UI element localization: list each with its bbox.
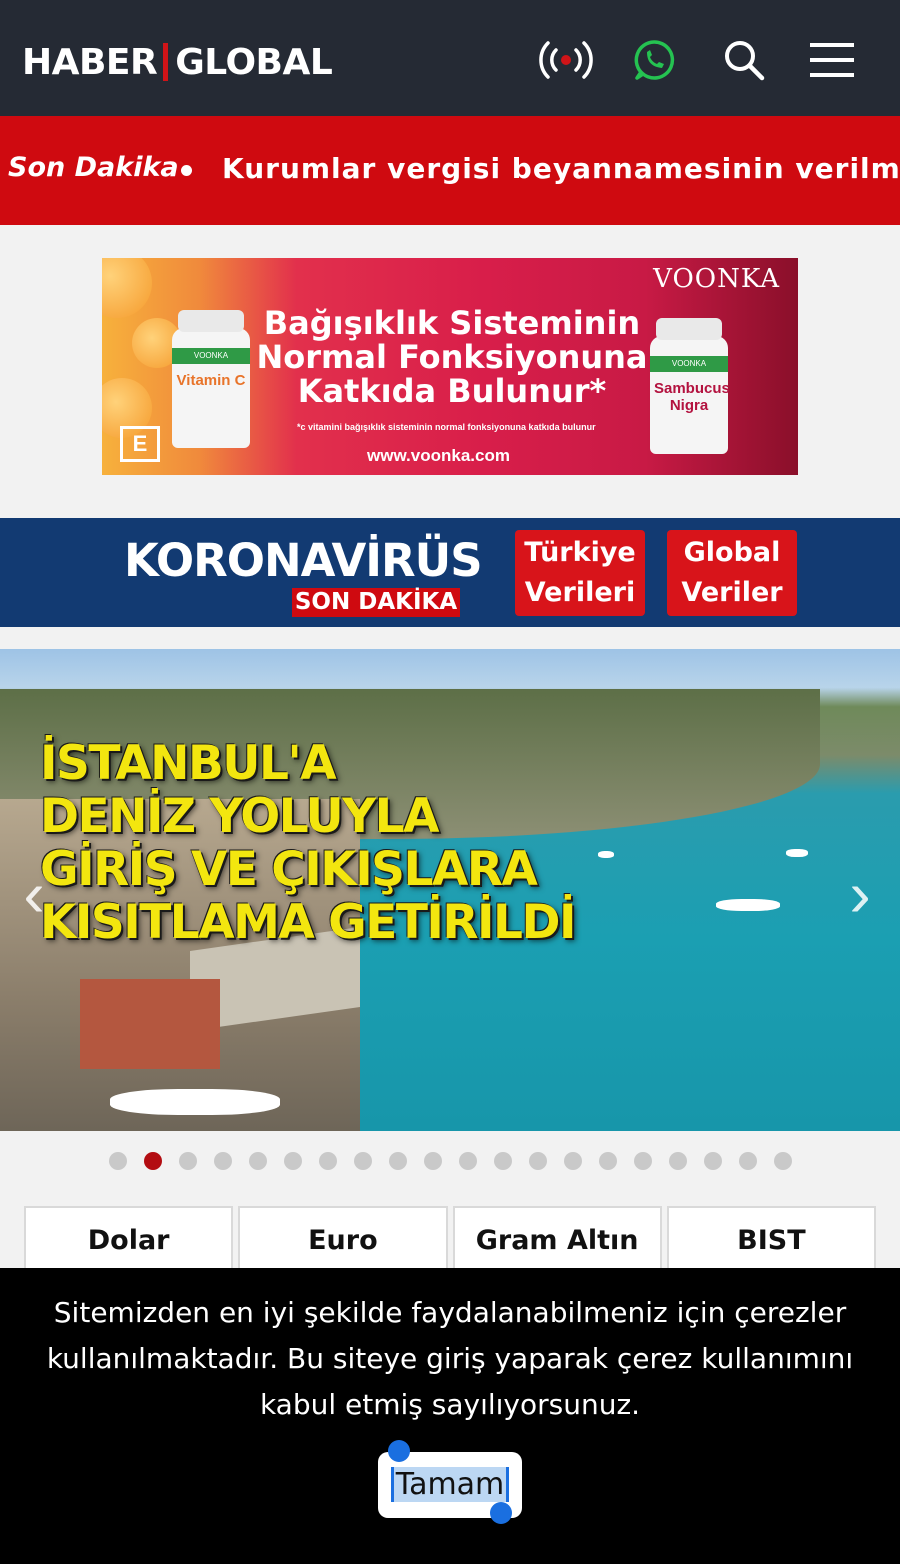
turkiye-data-button[interactable]: Türkiye Verileri [515, 530, 645, 616]
building-roof-image [80, 979, 220, 1069]
slider-dot[interactable] [598, 1152, 617, 1170]
slider-next-chevron-icon[interactable]: › [840, 859, 880, 929]
cookie-message: Sitemizden en iyi şekilde faydalanabilme… [46, 1296, 854, 1421]
slider-dot[interactable] [388, 1152, 407, 1170]
live-broadcast-icon[interactable] [536, 32, 596, 88]
headline-line: KISITLAMA GETİRİLDİ [40, 895, 577, 950]
sailboat-image [716, 899, 780, 911]
logo-divider [163, 43, 169, 81]
global-data-button[interactable]: Global Veriler [667, 530, 797, 616]
boat-image [786, 849, 808, 857]
headline-line: DENİZ YOLUYLA [40, 789, 440, 844]
slider-dot[interactable] [248, 1152, 267, 1170]
slider-dot[interactable] [423, 1152, 442, 1170]
hero-headline[interactable]: İSTANBUL'A DENİZ YOLUYLA GİRİŞ VE ÇIKIŞL… [40, 736, 577, 950]
breaking-news-headline[interactable]: Kurumlar vergisi beyannamesinin verilme … [222, 152, 900, 185]
slider-dot[interactable] [528, 1152, 547, 1170]
coronavirus-bar: KORONAVİRÜS SON DAKİKA Türkiye Verileri … [0, 518, 900, 627]
headline-line: İSTANBUL'A [40, 736, 337, 791]
site-header: HABER GLOBAL [0, 0, 900, 116]
slider-dot[interactable] [108, 1152, 127, 1170]
slider-prev-chevron-icon[interactable]: ‹ [14, 859, 54, 929]
search-icon[interactable] [714, 32, 774, 88]
cookie-consent-banner: Sitemizden en iyi şekilde faydalanabilme… [0, 1268, 900, 1564]
text-selection-start-handle[interactable] [388, 1440, 410, 1462]
whatsapp-icon[interactable] [624, 32, 684, 88]
hamburger-menu-icon[interactable] [802, 32, 862, 88]
tab-bist[interactable]: BIST [666, 1206, 876, 1268]
breaking-news-label: Son Dakika [8, 152, 179, 183]
slider-dot[interactable] [773, 1152, 792, 1170]
boat-image [110, 1089, 280, 1115]
breaking-news-ticker[interactable]: Son Dakika Kurumlar vergisi beyannamesin… [0, 116, 900, 225]
button-line: Türkiye [524, 537, 636, 568]
text-selection-end-handle[interactable] [490, 1502, 512, 1524]
e-brand-icon: E [120, 426, 160, 462]
hero-slider[interactable]: İSTANBUL'A DENİZ YOLUYLA GİRİŞ VE ÇIKIŞL… [0, 649, 900, 1131]
accept-button-label: Tamam [390, 1467, 510, 1502]
slider-dot[interactable] [458, 1152, 477, 1170]
tab-dolar[interactable]: Dolar [24, 1206, 234, 1268]
slider-dot[interactable] [493, 1152, 512, 1170]
logo-text-left: HABER [22, 41, 158, 83]
button-line: Veriler [681, 577, 783, 608]
bottle-product-name: Sambucus Nigra [654, 380, 730, 414]
logo-text-right: GLOBAL [175, 41, 333, 83]
slider-dot[interactable] [353, 1152, 372, 1170]
ad-container: VOONKA Vitamin C VOONKA Sambucus Nigra E… [0, 225, 900, 518]
tab-euro[interactable]: Euro [238, 1206, 448, 1268]
bottle-product-name: Vitamin C [176, 372, 246, 389]
slider-dot[interactable] [143, 1152, 162, 1170]
ticker-separator-dot [181, 165, 192, 176]
voonka-ad-banner[interactable]: VOONKA Vitamin C VOONKA Sambucus Nigra E… [102, 258, 798, 475]
tab-gram-altin[interactable]: Gram Altın [452, 1206, 662, 1268]
slider-dot[interactable] [283, 1152, 302, 1170]
button-line: Global [683, 537, 781, 568]
ad-url: www.voonka.com [367, 446, 510, 465]
vitamin-c-bottle-image: VOONKA Vitamin C [172, 310, 250, 448]
slider-dot[interactable] [668, 1152, 687, 1170]
button-line: Verileri [524, 577, 636, 608]
slider-pagination[interactable] [0, 1152, 900, 1172]
bottle-label-band: VOONKA [172, 348, 250, 364]
slider-dot[interactable] [178, 1152, 197, 1170]
ad-brand-logo: VOONKA [653, 264, 780, 294]
boat-image [598, 851, 614, 858]
slider-dot[interactable] [563, 1152, 582, 1170]
slider-dot[interactable] [318, 1152, 337, 1170]
slider-dot[interactable] [213, 1152, 232, 1170]
haber-global-logo[interactable]: HABER GLOBAL [22, 40, 333, 84]
headline-line: GİRİŞ VE ÇIKIŞLARA [40, 842, 538, 897]
coronavirus-title[interactable]: KORONAVİRÜS [124, 534, 483, 587]
market-tabs: Dolar Euro Gram Altın BIST [24, 1206, 876, 1268]
slider-dot[interactable] [703, 1152, 722, 1170]
coronavirus-subtitle: SON DAKİKA [292, 588, 460, 617]
ad-fine-print: *c vitamini bağışıklık sisteminin normal… [297, 422, 596, 432]
orange-slice-image [102, 258, 152, 318]
slider-dot[interactable] [738, 1152, 757, 1170]
ad-headline: Bağışıklık Sisteminin Normal Fonksiyonun… [256, 304, 648, 410]
slider-dot[interactable] [633, 1152, 652, 1170]
